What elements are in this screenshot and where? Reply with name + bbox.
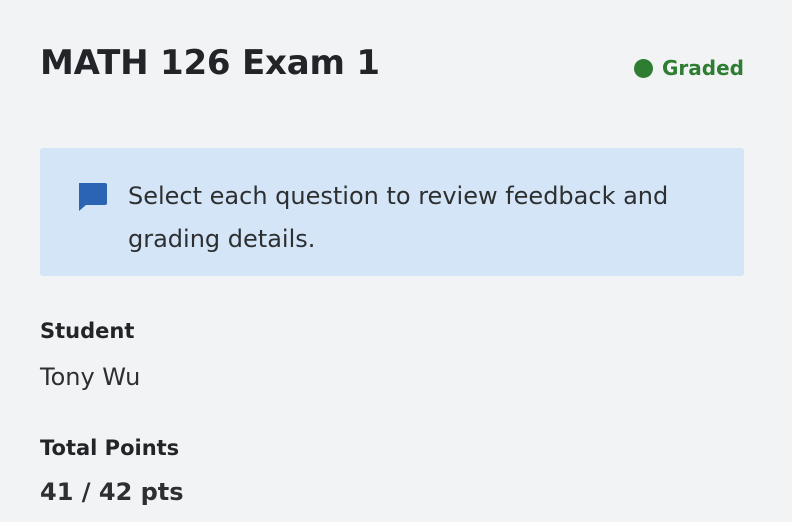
status-badge: Graded [634,56,744,80]
submission-panel: MATH 126 Exam 1 Graded Select each quest… [40,0,744,522]
total-points-label: Total Points [40,436,180,460]
comment-icon [79,183,107,211]
info-notice: Select each question to review feedback … [40,148,744,276]
total-points-value: 41 / 42 pts [40,478,184,506]
student-label: Student [40,319,135,343]
page-title: MATH 126 Exam 1 [40,43,380,83]
exam-header: MATH 126 Exam 1 Graded [40,40,744,96]
status-dot-icon [634,58,654,78]
status-label: Graded [662,56,744,80]
notice-text: Select each question to review feedback … [128,182,669,253]
student-name: Tony Wu [40,363,141,391]
